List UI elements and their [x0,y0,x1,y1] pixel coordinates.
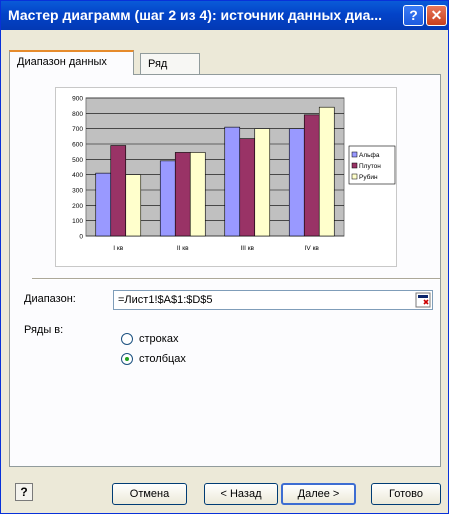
bar-3-3 [254,128,271,237]
bar-2-1 [110,145,127,237]
bar-2-4 [303,114,320,237]
bar-1-4 [288,128,305,237]
legend-label: Плутон [359,163,381,170]
radio-columns-icon[interactable] [121,353,133,365]
chart-wizard-window: Мастер диаграмм (шаг 2 из 4): источник д… [0,0,449,514]
y-tick-label: 100 [72,218,83,225]
separator [32,278,440,280]
legend-swatch [351,162,358,169]
y-tick-label: 800 [72,111,83,118]
y-tick-label: 0 [79,234,83,241]
y-tick-label: 500 [72,157,83,164]
x-tick-label: II кв [177,245,189,252]
collapse-dialog-icon[interactable] [415,292,431,308]
legend-label: Рубин [359,173,378,181]
cancel-button[interactable]: Отмена [112,483,187,505]
radio-columns-label: столбцах [139,353,186,365]
y-tick-label: 900 [72,96,83,103]
radio-rows-label: строках [139,333,179,345]
bar-2-3 [239,138,256,237]
title-bar[interactable]: Мастер диаграмм (шаг 2 из 4): источник д… [1,1,448,30]
radio-columns[interactable]: столбцах [121,353,186,365]
bar-2-2 [174,152,191,237]
bar-1-3 [224,126,241,237]
tab-data-range[interactable]: Диапазон данных [9,50,134,75]
done-button[interactable]: Готово [371,483,441,505]
chart-svg: 0 100 200 300 400 500 600 700 800 900 I кв II кв III… [72,96,396,252]
x-tick-label: III кв [240,245,254,252]
x-tick-label: I кв [113,245,123,252]
help-title-button[interactable]: ? [403,5,424,26]
y-tick-label: 700 [72,126,83,133]
close-button[interactable]: ✕ [426,5,447,26]
x-tick-label: IV кв [305,245,320,252]
y-tick-label: 400 [72,172,83,179]
y-tick-label: 600 [72,142,83,149]
tab-panel: 0 100 200 300 400 500 600 700 800 900 I кв II кв III… [9,74,441,467]
bar-3-4 [318,106,335,237]
legend-swatch [351,151,358,158]
radio-rows[interactable]: строках [121,333,178,345]
next-button[interactable]: Далее > [281,483,356,505]
legend-swatch [351,173,358,180]
bar-3-1 [125,174,142,237]
chart-preview: 0 100 200 300 400 500 600 700 800 900 I кв II кв III… [55,87,397,267]
y-tick-label: 200 [72,203,83,210]
range-label: Диапазон: [24,293,76,305]
range-input[interactable] [113,290,433,310]
help-button[interactable]: ? [15,483,33,501]
bar-3-2 [189,152,206,237]
y-tick-label: 300 [72,188,83,195]
radio-rows-icon[interactable] [121,333,133,345]
back-button[interactable]: < Назад [204,483,278,505]
bar-1-1 [95,172,112,237]
tab-series[interactable]: Ряд [140,53,200,75]
legend-label: Альфа [359,152,380,159]
bar-1-2 [159,160,176,237]
series-in-label: Ряды в: [24,324,64,336]
window-title: Мастер диаграмм (шаг 2 из 4): источник д… [8,7,383,23]
